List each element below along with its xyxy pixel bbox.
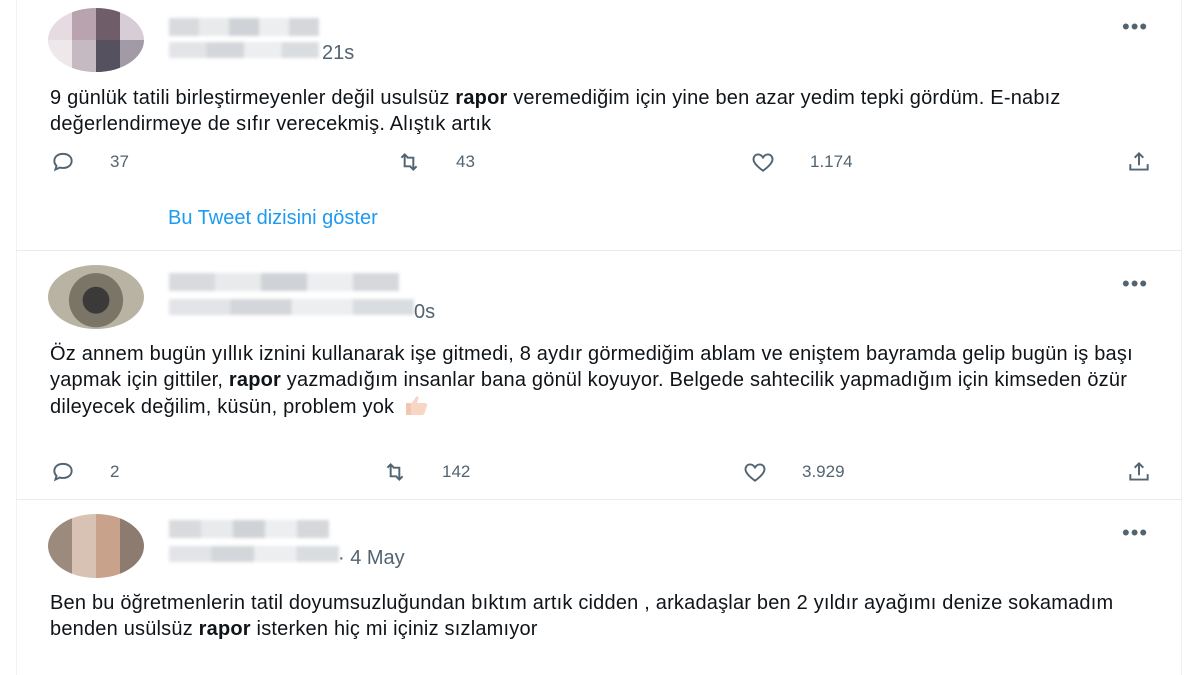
blurred-display-name[interactable] [169,520,329,538]
retweet-button[interactable]: 142 [382,457,470,487]
highlighted-keyword: rapor [198,618,251,640]
share-icon [1129,461,1149,481]
thumbs-up-icon [405,396,428,415]
retweet-button[interactable]: 43 [396,147,475,177]
like-count: 3.929 [802,462,845,481]
more-options-icon[interactable]: ••• [1122,16,1154,38]
blurred-username[interactable] [169,299,414,315]
highlighted-keyword: rapor [455,87,508,109]
tweet-timestamp[interactable]: · 4 May [338,547,405,570]
avatar[interactable] [48,8,144,72]
tweet-text: Ben bu öğretmenlerin tatil doyumsuzluğun… [50,592,1114,640]
avatar[interactable] [48,514,144,578]
reply-button[interactable]: 2 [50,457,119,487]
tweet[interactable]: 21s ••• 9 günlük tatili birleştirmeyenle… [16,0,1182,251]
heart-icon [744,463,766,482]
avatar[interactable] [48,265,144,329]
more-options-icon[interactable]: ••• [1122,522,1154,544]
reply-icon [53,152,73,172]
tweet-text: 9 günlük tatili birleştirmeyenler değil … [50,87,1061,135]
blurred-username[interactable] [169,42,319,58]
like-count: 1.174 [810,152,853,171]
share-button[interactable] [1126,457,1152,487]
like-button[interactable]: 1.174 [750,147,853,177]
reply-count: 2 [110,462,120,481]
tweet-actions: 37 43 1.174 [16,147,1182,177]
retweet-icon [400,153,418,171]
blurred-display-name[interactable] [169,18,319,36]
blurred-username[interactable] [169,546,339,562]
retweet-icon [386,463,404,481]
reply-button[interactable]: 37 [50,147,129,177]
retweet-count: 142 [442,462,471,481]
tweet-timestamp[interactable]: 0s [414,301,435,324]
share-icon [1129,151,1149,171]
tweet-actions: 2 142 3.929 [16,457,1182,487]
tweet-text: Öz annem bugün yıllık iznini kullanarak … [50,343,1133,418]
tweet[interactable]: · 4 May ••• Ben bu öğretmenlerin tatil d… [16,500,1182,675]
heart-icon [752,153,774,172]
highlighted-keyword: rapor [228,369,282,391]
reply-icon [53,462,73,482]
tweet-timestamp[interactable]: 21s [322,42,354,65]
blurred-display-name[interactable] [169,273,399,291]
reply-count: 37 [110,152,129,171]
more-options-icon[interactable]: ••• [1122,273,1154,295]
retweet-count: 43 [456,152,475,171]
show-thread-link[interactable]: Bu Tweet dizisini göster [168,207,378,230]
tweet[interactable]: 0s ••• Öz annem bugün yıllık iznini kull… [16,251,1182,500]
share-button[interactable] [1126,147,1152,177]
like-button[interactable]: 3.929 [742,457,845,487]
